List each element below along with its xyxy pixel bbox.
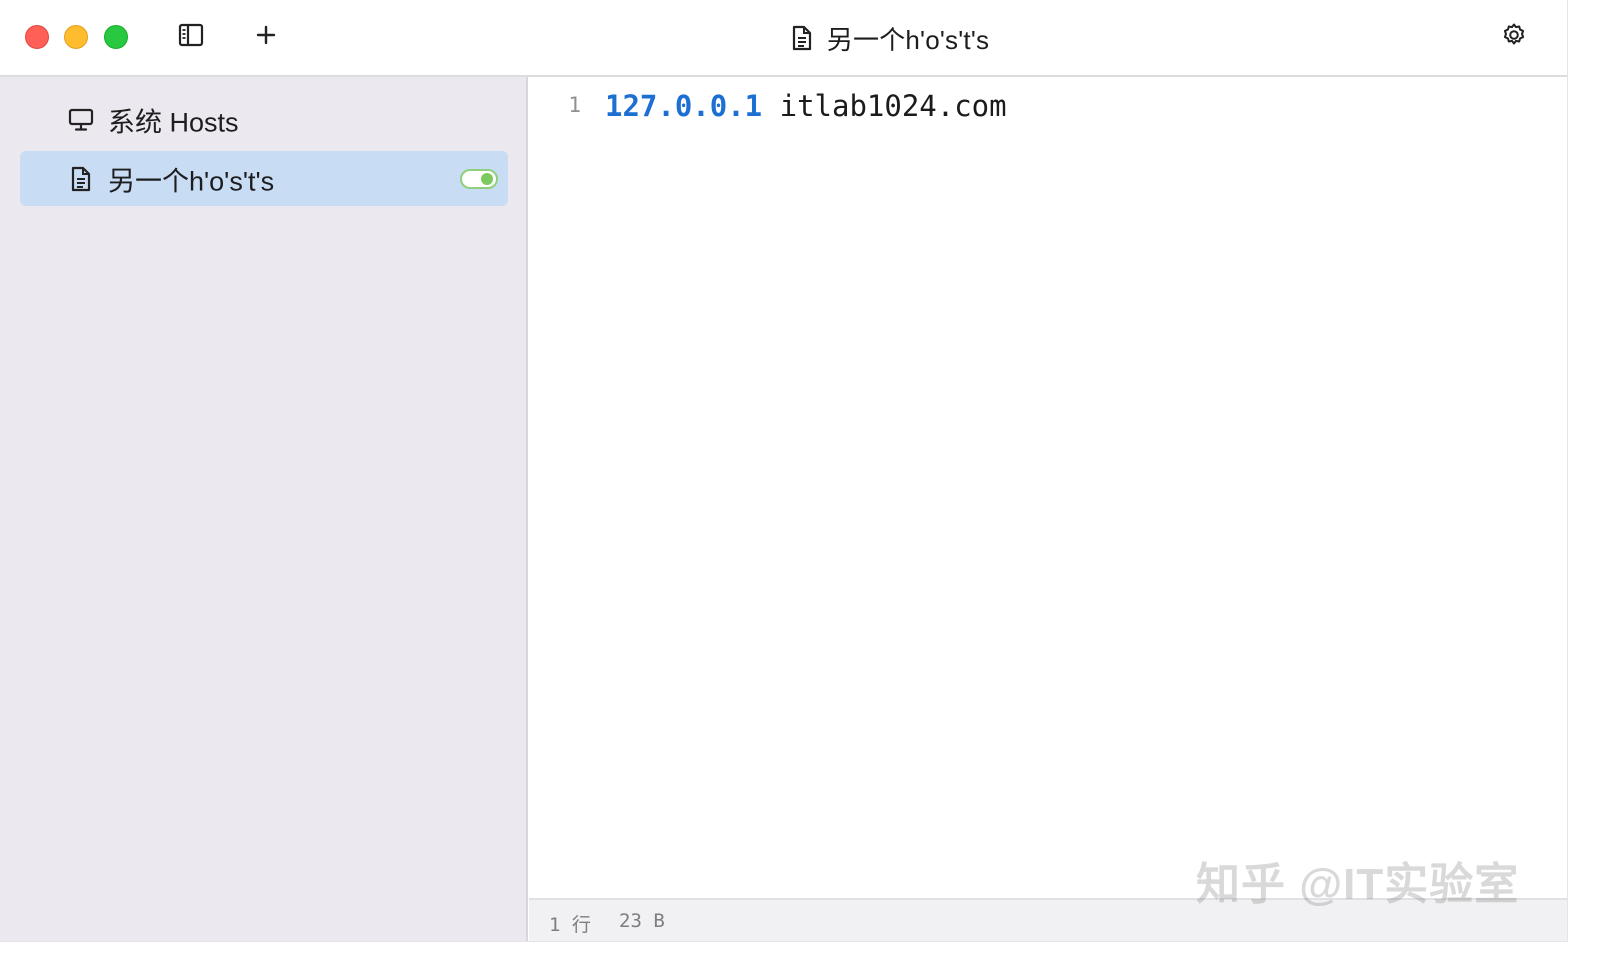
plus-icon xyxy=(255,24,277,51)
enable-toggle[interactable] xyxy=(460,168,498,189)
app-window: 另一个h'o's't's 系统 Hosts 另一个h'o's't's 1 127… xyxy=(0,0,1568,942)
sidebar-item-label: 系统 Hosts xyxy=(108,107,239,137)
close-window-button[interactable] xyxy=(25,25,49,49)
settings-button[interactable] xyxy=(1499,22,1529,52)
window-title-text: 另一个h'o's't's xyxy=(826,24,990,55)
title-bar: 另一个h'o's't's xyxy=(0,0,1567,77)
line-number: 1 xyxy=(568,93,581,117)
line-count: 1 行 xyxy=(549,914,591,936)
document-icon xyxy=(791,25,813,51)
maximize-window-button[interactable] xyxy=(104,25,128,49)
sidebar-item-custom-hosts[interactable]: 另一个h'o's't's xyxy=(20,151,508,206)
minimize-window-button[interactable] xyxy=(64,25,88,49)
monitor-icon xyxy=(68,107,94,133)
status-bar: 1 行 23 B xyxy=(529,898,1567,941)
file-size: 23 B xyxy=(619,910,665,932)
editor-line[interactable]: 1 127.0.0.1 itlab1024.com xyxy=(529,89,1567,125)
line-content[interactable]: 127.0.0.1 itlab1024.com xyxy=(605,89,1007,123)
ip-address: 127.0.0.1 xyxy=(605,89,763,123)
document-icon xyxy=(68,166,94,192)
hosts-editor[interactable]: 1 127.0.0.1 itlab1024.com xyxy=(529,77,1567,898)
add-hosts-button[interactable] xyxy=(251,22,281,52)
sidebar-item-label: 另一个h'o's't's xyxy=(108,166,275,196)
sidebar-toggle-icon xyxy=(178,23,204,52)
sidebar-item-system-hosts[interactable]: 系统 Hosts xyxy=(20,92,508,147)
window-title: 另一个h'o's't's xyxy=(0,20,1567,56)
hostname: itlab1024.com xyxy=(779,89,1007,123)
sidebar: 系统 Hosts 另一个h'o's't's xyxy=(0,77,528,941)
toggle-knob xyxy=(481,172,493,185)
gear-icon xyxy=(1501,22,1527,53)
sidebar-toggle-button[interactable] xyxy=(176,22,206,52)
